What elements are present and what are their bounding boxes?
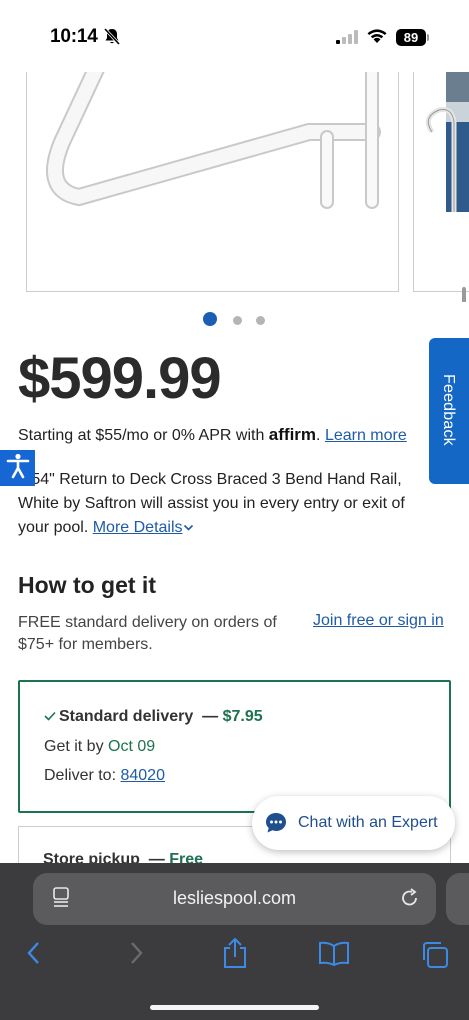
- product-gallery[interactable]: [0, 72, 469, 302]
- delivery-dash: —: [202, 708, 219, 725]
- gallery-dot-1[interactable]: [203, 312, 217, 326]
- bell-slash-icon: [103, 27, 121, 51]
- delivery-title: Standard delivery — $7.95: [44, 708, 263, 726]
- reload-icon[interactable]: [399, 887, 421, 914]
- delivery-date: Oct 09: [108, 738, 156, 755]
- get-it-by-line: Get it by Oct 09: [44, 738, 155, 756]
- chevron-down-icon[interactable]: [183, 519, 194, 536]
- delivery-price: $7.95: [222, 708, 263, 725]
- join-or-sign-in-link[interactable]: Join free or sign in: [313, 612, 444, 630]
- delivery-title-text: Standard delivery: [59, 708, 194, 725]
- gallery-dot-2[interactable]: [233, 316, 242, 325]
- bookmarks-icon[interactable]: [318, 941, 350, 972]
- financing-line: Starting at $55/mo or 0% APR with affirm…: [18, 425, 407, 445]
- standard-delivery-option[interactable]: Standard delivery — $7.95 Get it by Oct …: [18, 680, 451, 813]
- chat-label: Chat with an Expert: [298, 814, 438, 831]
- financing-text: Starting at $55/mo or 0% APR with: [18, 427, 269, 444]
- get-it-by-label: Get it by: [44, 738, 104, 755]
- product-description: e 54" Return to Deck Cross Braced 3 Bend…: [18, 468, 438, 540]
- chat-with-expert-button[interactable]: Chat with an Expert: [252, 796, 455, 850]
- cellular-signal-icon: [336, 30, 358, 49]
- financing-period: .: [316, 427, 321, 444]
- affirm-logo: affirm: [268, 425, 317, 444]
- product-price: $599.99: [18, 346, 222, 411]
- battery-indicator: 89: [396, 29, 426, 46]
- free-delivery-note: FREE standard delivery on orders of $75+…: [18, 614, 277, 653]
- share-icon[interactable]: [221, 937, 249, 974]
- check-icon: [44, 708, 56, 725]
- battery-nub: [427, 34, 429, 41]
- status-time: 10:14: [50, 26, 98, 47]
- deliver-to-line: Deliver to: 84020: [44, 767, 165, 785]
- deliver-to-label: Deliver to:: [44, 767, 117, 784]
- accessibility-icon: [6, 453, 30, 484]
- tabs-icon[interactable]: [420, 940, 450, 975]
- home-indicator: [150, 1005, 319, 1010]
- next-tab-address-bar[interactable]: [446, 873, 469, 925]
- forward-arrow-icon[interactable]: [126, 939, 146, 972]
- accessibility-button[interactable]: [0, 450, 35, 486]
- back-arrow-icon[interactable]: [24, 939, 44, 972]
- feedback-label: Feedback: [440, 374, 457, 446]
- description-text: e 54" Return to Deck Cross Braced 3 Bend…: [18, 471, 405, 536]
- gallery-pagination[interactable]: [0, 312, 469, 328]
- zip-code-link[interactable]: 84020: [120, 767, 165, 784]
- learn-more-link[interactable]: Learn more: [325, 427, 407, 444]
- page-scrollbar[interactable]: [462, 287, 466, 302]
- more-details-link[interactable]: More Details: [93, 519, 183, 536]
- chat-bubble-icon: [264, 811, 288, 840]
- product-image-pool[interactable]: [413, 72, 469, 292]
- address-bar[interactable]: lesliespool.com: [33, 873, 436, 925]
- product-image-handrail[interactable]: [26, 72, 399, 292]
- status-bar: 10:14 89: [0, 0, 469, 72]
- how-to-get-it-heading: How to get it: [18, 572, 156, 598]
- wifi-icon: [366, 28, 388, 49]
- browser-toolbar: lesliespool.com: [0, 863, 469, 1020]
- feedback-tab[interactable]: Feedback: [429, 338, 469, 484]
- gallery-dot-3[interactable]: [256, 316, 265, 325]
- url-text: lesliespool.com: [172, 888, 297, 908]
